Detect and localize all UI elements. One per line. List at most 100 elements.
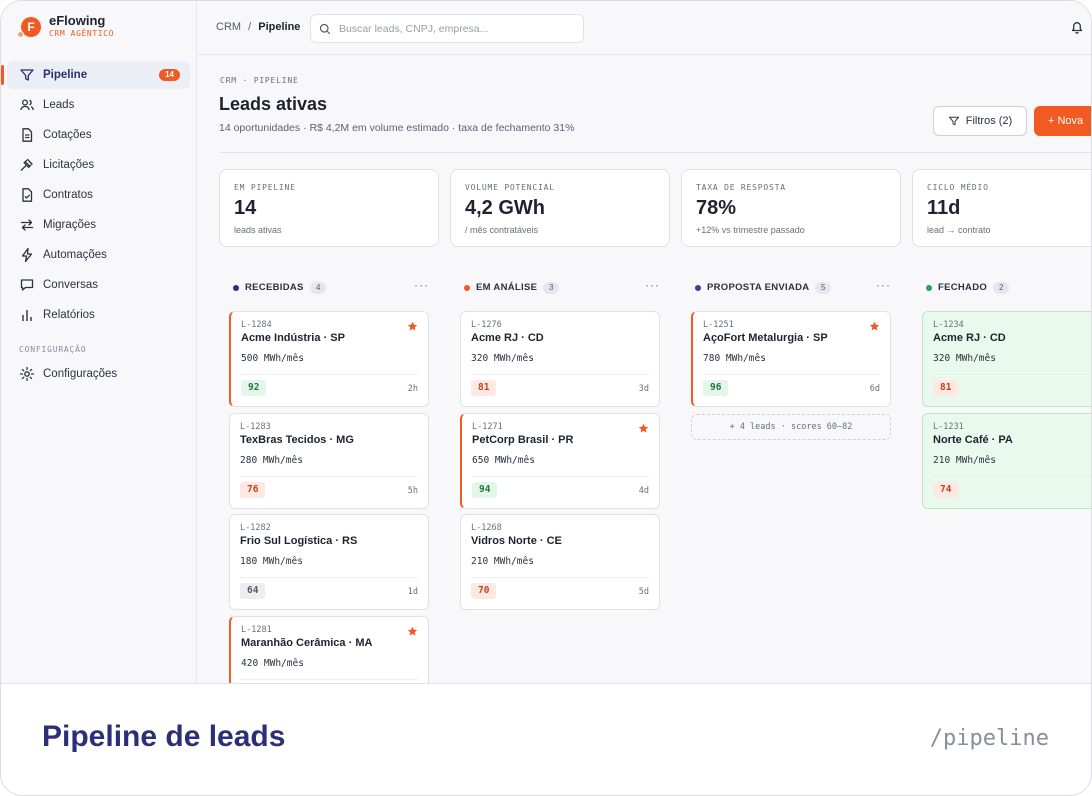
lead-volume: 780 MWh/mês <box>703 353 766 364</box>
filter-button[interactable]: Filtros (2) <box>933 106 1027 136</box>
star-icon[interactable] <box>407 626 418 637</box>
breadcrumb-separator: / <box>248 21 252 33</box>
breadcrumb: CRM / Pipeline <box>216 21 300 33</box>
lead-volume: 420 MWh/mês <box>241 657 304 669</box>
lead-id: L-1268 <box>471 523 502 533</box>
kpi-label: TAXA DE RESPOSTA <box>696 183 786 192</box>
lead-volume: 320 MWh/mês <box>471 353 534 364</box>
column-status-dot <box>695 285 701 291</box>
sidebar-item-leads[interactable]: Leads <box>7 91 190 119</box>
lead-card[interactable]: L-1282 Frio Sul Logística · RS 180 MWh/mês… <box>229 514 429 610</box>
lead-card[interactable]: L-1234Acme RJ · CD320 MWh/mês81Fechado <box>922 311 1091 407</box>
sidebar-item-relatorios[interactable]: Relatórios <box>7 301 190 329</box>
sidebar-item-icon <box>19 307 35 323</box>
lead-age: 1d <box>407 587 418 597</box>
lead-name: Acme RJ · CD <box>933 332 1006 344</box>
lead-card[interactable]: L-1231Norte Café · PA210 MWh/mês74Fechad… <box>922 412 1091 509</box>
gavel-icon <box>20 158 33 171</box>
kpi-subtext: +12% vs trimestre passado <box>696 225 805 235</box>
kpi-card: EM PIPELINE 14 leads ativas <box>219 169 439 247</box>
footer-route: /pipeline <box>929 726 1049 751</box>
sidebar-item-cotacoes[interactable]: Cotações <box>7 121 190 149</box>
lead-card[interactable]: L-1281 Maranhão Cerâmica · MA 420 MWh/mês <box>229 615 429 683</box>
sidebar-item-icon <box>19 157 35 173</box>
lead-name: AçoFort Metalurgia · SP <box>703 332 828 344</box>
column-more-icon[interactable]: ··· <box>876 278 891 292</box>
sidebar-item-label: Pipeline <box>43 69 88 81</box>
sidebar-item-migracoes[interactable]: Migrações <box>7 211 190 239</box>
search-box[interactable] <box>310 14 584 43</box>
header-divider <box>219 152 1091 153</box>
card-divider <box>240 475 418 477</box>
column-more-icon[interactable]: ··· <box>414 278 429 292</box>
column-title: EM ANÁLISE <box>476 282 538 293</box>
bell-icon[interactable] <box>1069 19 1085 35</box>
sidebar-item-automacoes[interactable]: Automações <box>7 241 190 269</box>
lead-id: L-1271 <box>472 421 503 432</box>
lead-name: TexBras Tecidos · MG <box>240 433 354 446</box>
kpi-label: EM PIPELINE <box>234 183 296 192</box>
sidebar-item-icon <box>19 67 35 83</box>
card-divider <box>240 577 418 578</box>
star-icon[interactable] <box>638 423 649 434</box>
sidebar-item-licitacoes[interactable]: Licitações <box>7 151 190 179</box>
sidebar-item-icon <box>19 247 35 263</box>
lead-id: L-1251 <box>703 320 734 330</box>
lead-score-badge: 94 <box>472 481 498 498</box>
column-more-icon[interactable]: ··· <box>645 278 660 292</box>
pipeline-column: PROPOSTA ENVIADA 5 ··· L-1251 AçoFort Metalu… <box>681 269 899 683</box>
column-count-badge: 4 <box>310 282 327 294</box>
sidebar-item-conversas[interactable]: Conversas <box>7 271 190 299</box>
lead-card[interactable]: L-1268 Vidros Norte · CE 210 MWh/mês 70 5d <box>460 514 660 610</box>
lead-card[interactable]: L-1284 Acme Indústria · SP 500 MWh/mês 92 2h <box>229 311 429 407</box>
star-icon[interactable] <box>407 321 418 332</box>
pipeline-column: EM ANÁLISE 3 ··· L-1276 Acme RJ · CD 320 MWh/… <box>450 269 668 683</box>
sidebar-item-configuracoes[interactable]: Configurações <box>7 360 190 388</box>
lead-score-badge: 76 <box>240 481 266 498</box>
sidebar-item-icon <box>19 277 35 293</box>
pipeline-column: RECEBIDAS 4 ··· L-1284 Acme Indústria · SP 50… <box>219 269 437 683</box>
card-divider <box>241 374 418 375</box>
lead-card[interactable]: L-1276 Acme RJ · CD 320 MWh/mês 81 3d <box>460 311 660 407</box>
brand[interactable]: F eFlowing CRM AGÊNTICO <box>17 13 187 43</box>
column-count-badge: 2 <box>993 282 1010 294</box>
card-divider <box>933 374 1091 375</box>
pipeline-count-badge: 14 <box>159 69 180 81</box>
lead-card[interactable]: L-1251 AçoFort Metalurgia · SP 780 MWh/mês… <box>691 311 891 407</box>
new-lead-button[interactable]: + Nova <box>1034 106 1091 136</box>
sidebar-item-label: Cotações <box>43 129 92 141</box>
lead-name: Acme RJ · CD <box>471 332 544 344</box>
more-leads-link[interactable]: + 4 leads · scores 60–82 <box>691 414 891 440</box>
lead-name: Vidros Norte · CE <box>471 535 562 547</box>
column-status-dot <box>926 285 932 291</box>
sidebar-item-label: Conversas <box>43 279 98 291</box>
lead-score-badge: 96 <box>703 380 729 396</box>
lead-card[interactable]: L-1283 TexBras Tecidos · MG 280 MWh/mês 76 5… <box>229 412 429 509</box>
breadcrumb-root[interactable]: CRM <box>216 21 241 33</box>
main-content: CRM · PIPELINE Leads ativas 14 oportunid… <box>197 56 1091 683</box>
lead-score-badge: 70 <box>471 583 497 599</box>
card-divider <box>471 577 649 578</box>
sidebar-item-pipeline[interactable]: Pipeline 14 <box>1 61 190 89</box>
bar-chart-icon <box>22 310 32 321</box>
lead-card[interactable]: L-1271 PetCorp Brasil · PR 650 MWh/mês 94 4d <box>460 412 660 509</box>
lead-score-badge: 81 <box>933 380 959 396</box>
search-input[interactable] <box>339 22 569 35</box>
lead-name: Norte Café · PA <box>933 433 1013 446</box>
card-divider <box>472 475 649 477</box>
lead-name: Frio Sul Logística · RS <box>240 535 358 547</box>
sidebar-item-contratos[interactable]: Contratos <box>7 181 190 209</box>
column-header: FECHADO2··· <box>912 269 1091 307</box>
lead-age: 4d <box>638 485 649 496</box>
app-window: F eFlowing CRM AGÊNTICO Pipeline 14 Leads C… <box>1 1 1091 684</box>
kpi-label: VOLUME POTENCIAL <box>465 183 555 192</box>
kpi-value: 78% <box>696 197 737 219</box>
sidebar-item-label: Leads <box>43 99 75 111</box>
kpi-label: CICLO MÉDIO <box>927 183 989 192</box>
star-icon[interactable] <box>869 321 880 332</box>
topbar: CRM / Pipeline <box>197 1 1091 55</box>
brand-name: eFlowing <box>49 13 106 28</box>
column-title: FECHADO <box>938 282 988 293</box>
lead-age: 5d <box>638 587 649 597</box>
column-count-badge: 5 <box>815 282 832 294</box>
